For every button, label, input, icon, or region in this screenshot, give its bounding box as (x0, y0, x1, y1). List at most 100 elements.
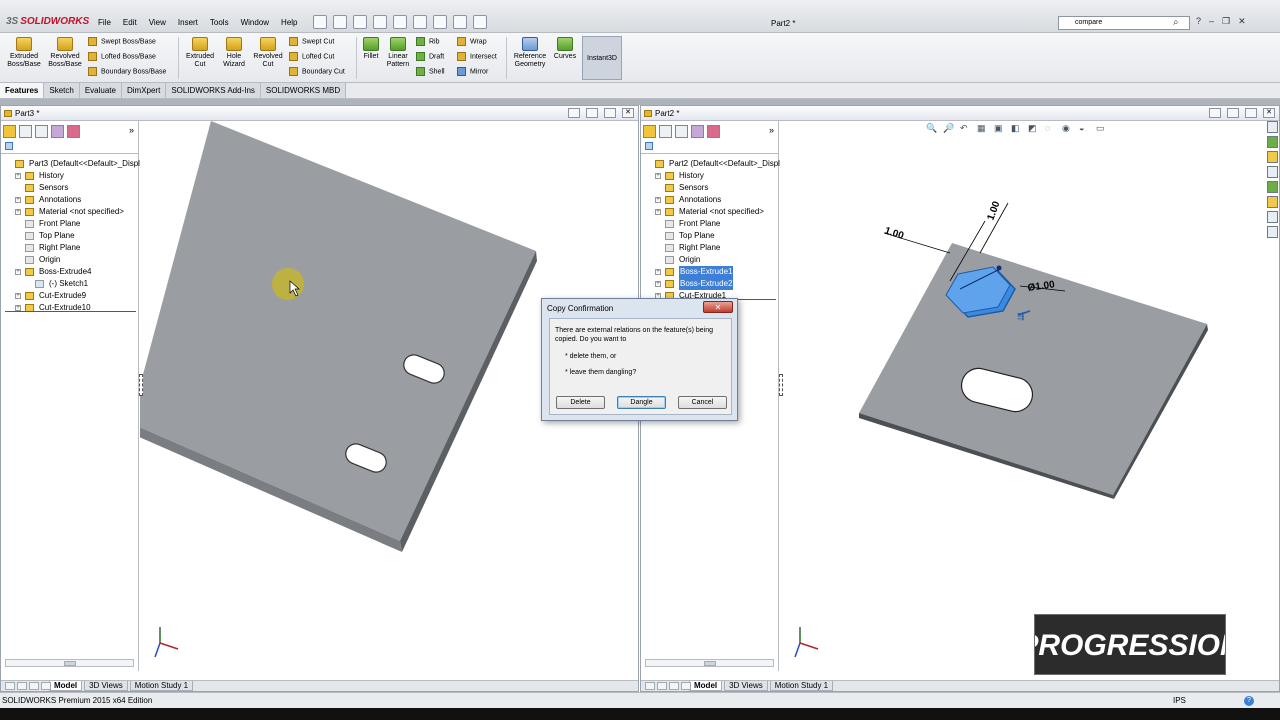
dialog-close-button[interactable]: ✕ (703, 301, 733, 313)
tree-item[interactable]: Front Plane (645, 218, 778, 230)
splitter-grip[interactable] (779, 374, 783, 396)
menu-help[interactable]: Help (281, 18, 297, 27)
new-document-icon[interactable] (313, 15, 327, 29)
tree-item[interactable]: Right Plane (645, 242, 778, 254)
chevron-right-icon[interactable]: » (129, 125, 134, 135)
reference-geometry-button[interactable]: Reference Geometry (509, 37, 551, 69)
dynamic-annotation-icon[interactable]: ▣ (994, 123, 1006, 134)
help-icon[interactable]: ? (1244, 696, 1254, 706)
help-icon[interactable]: ? (1196, 16, 1201, 27)
fillet-button[interactable]: Fillet (358, 37, 384, 61)
tree-item[interactable]: Top Plane (5, 230, 138, 242)
tree-item[interactable]: Part2 (Default<<Default>_Displa (645, 158, 784, 170)
tree-item[interactable]: + Material <not specified> (645, 206, 778, 218)
splitter-grip[interactable] (139, 374, 143, 396)
next-tab-icon[interactable] (29, 682, 39, 690)
view-settings-icon[interactable]: ▭ (1096, 123, 1108, 134)
tab-model[interactable]: Model (49, 681, 83, 691)
prev-tab-icon[interactable] (657, 682, 667, 690)
tab-dimxpert[interactable]: DimXpert (121, 83, 167, 98)
tile-icon[interactable] (1209, 108, 1221, 118)
display-style-icon[interactable]: ◩ (1028, 123, 1040, 134)
extruded-boss-button[interactable]: Extruded Boss/Base (4, 37, 44, 69)
minimize-button[interactable] (1227, 108, 1239, 118)
file-explorer-icon[interactable] (1266, 151, 1278, 163)
previous-view-icon[interactable]: ↶ (960, 123, 972, 134)
linear-pattern-button[interactable]: Linear Pattern (384, 37, 412, 69)
zoom-to-area-icon[interactable]: 🔎 (943, 123, 955, 134)
tab-features[interactable]: Features (0, 83, 45, 98)
tab-evaluate[interactable]: Evaluate (79, 83, 122, 98)
part2-model[interactable]: ⇶ 1.00 1.00 Ø1.00 (780, 121, 1279, 680)
swept-cut-button[interactable]: Swept Cut (289, 37, 334, 47)
last-tab-icon[interactable] (681, 682, 691, 690)
solidworks-logo[interactable]: 3S SOLIDWORKS (6, 16, 89, 27)
dimension-vertical[interactable]: 1.00 (985, 200, 1002, 222)
expand-toggle-icon[interactable]: + (15, 293, 21, 299)
horizontal-scrollbar[interactable] (5, 659, 134, 667)
solidworks-resources-icon[interactable] (1266, 121, 1278, 133)
tree-item[interactable]: + Boss-Extrude1 (645, 266, 778, 278)
menu-view[interactable]: View (149, 18, 166, 27)
revolved-cut-button[interactable]: Revolved Cut (250, 37, 286, 69)
first-tab-icon[interactable] (645, 682, 655, 690)
tab-addins[interactable]: SOLIDWORKS Add-Ins (166, 83, 261, 98)
design-library-icon[interactable] (1266, 136, 1278, 148)
revolved-boss-button[interactable]: Revolved Boss/Base (46, 37, 84, 69)
dangle-button[interactable]: Dangle (617, 396, 666, 409)
tree-item[interactable]: + Material <not specified> (5, 206, 138, 218)
tree-item[interactable]: Part3 (Default<<Default>_Displa (5, 158, 144, 170)
file-properties-icon[interactable] (453, 15, 467, 29)
menu-window[interactable]: Window (241, 18, 269, 27)
extruded-cut-button[interactable]: Extruded Cut (182, 37, 218, 69)
expand-toggle-icon[interactable]: + (655, 281, 661, 287)
expand-toggle-icon[interactable]: + (15, 269, 21, 275)
next-tab-icon[interactable] (669, 682, 679, 690)
cancel-button[interactable]: Cancel (678, 396, 727, 409)
search-icon[interactable]: ⌕ (1173, 17, 1179, 28)
menu-insert[interactable]: Insert (178, 18, 198, 27)
open-icon[interactable] (333, 15, 347, 29)
expand-toggle-icon[interactable]: + (655, 209, 661, 215)
tab-mbd[interactable]: SOLIDWORKS MBD (260, 83, 347, 98)
tree-item[interactable]: (-) Sketch1 (5, 278, 138, 290)
curves-button[interactable]: Curves (552, 37, 578, 61)
tab-motion-study[interactable]: Motion Study 1 (769, 681, 834, 691)
custom-properties-icon[interactable] (1266, 196, 1278, 208)
boundary-boss-button[interactable]: Boundary Boss/Base (88, 67, 166, 77)
close-button[interactable]: ✕ (1263, 108, 1275, 118)
view-orientation-icon[interactable]: ◧ (1011, 123, 1023, 134)
tree-item[interactable]: + Boss-Extrude4 (5, 266, 138, 278)
panel-splitter[interactable] (139, 106, 143, 691)
search-input[interactable]: compare (1058, 16, 1190, 30)
intersect-button[interactable]: Intersect (457, 52, 497, 62)
tree-item[interactable]: Origin (645, 254, 778, 266)
tree-item[interactable]: Right Plane (5, 242, 138, 254)
configuration-manager-tab-icon[interactable] (675, 125, 688, 138)
graphics-area-part2[interactable]: ⇶ 1.00 1.00 Ø1.00 (780, 121, 1279, 680)
rib-button[interactable]: Rib (416, 37, 440, 47)
close-button[interactable]: ✕ (1238, 16, 1246, 27)
scrollbar-thumb[interactable] (704, 661, 717, 666)
display-manager-tab-icon[interactable] (67, 125, 80, 138)
options-icon[interactable] (473, 15, 487, 29)
menu-file[interactable]: File (98, 18, 111, 27)
hide-show-items-icon[interactable]: ◌ (1045, 123, 1057, 134)
filter-icon[interactable] (645, 142, 653, 150)
expand-toggle-icon[interactable]: + (15, 173, 21, 179)
zoom-to-fit-icon[interactable]: 🔍 (926, 123, 938, 134)
view-palette-icon[interactable] (1266, 166, 1278, 178)
tree-item[interactable]: + History (645, 170, 778, 182)
instant3d-button[interactable]: Instant3D (582, 36, 622, 80)
rebuild-icon[interactable] (433, 15, 447, 29)
tab-motion-study[interactable]: Motion Study 1 (129, 681, 194, 691)
delete-button[interactable]: Delete (556, 396, 605, 409)
dimxpert-manager-tab-icon[interactable] (51, 125, 64, 138)
expand-toggle-icon[interactable]: + (15, 197, 21, 203)
draft-button[interactable]: Draft (416, 52, 444, 62)
property-manager-tab-icon[interactable] (659, 125, 672, 138)
apply-scene-icon[interactable]: ◒ (1079, 123, 1091, 134)
forum-icon[interactable] (1266, 211, 1278, 223)
tab-sketch[interactable]: Sketch (44, 83, 80, 98)
swept-boss-button[interactable]: Swept Boss/Base (88, 37, 156, 47)
